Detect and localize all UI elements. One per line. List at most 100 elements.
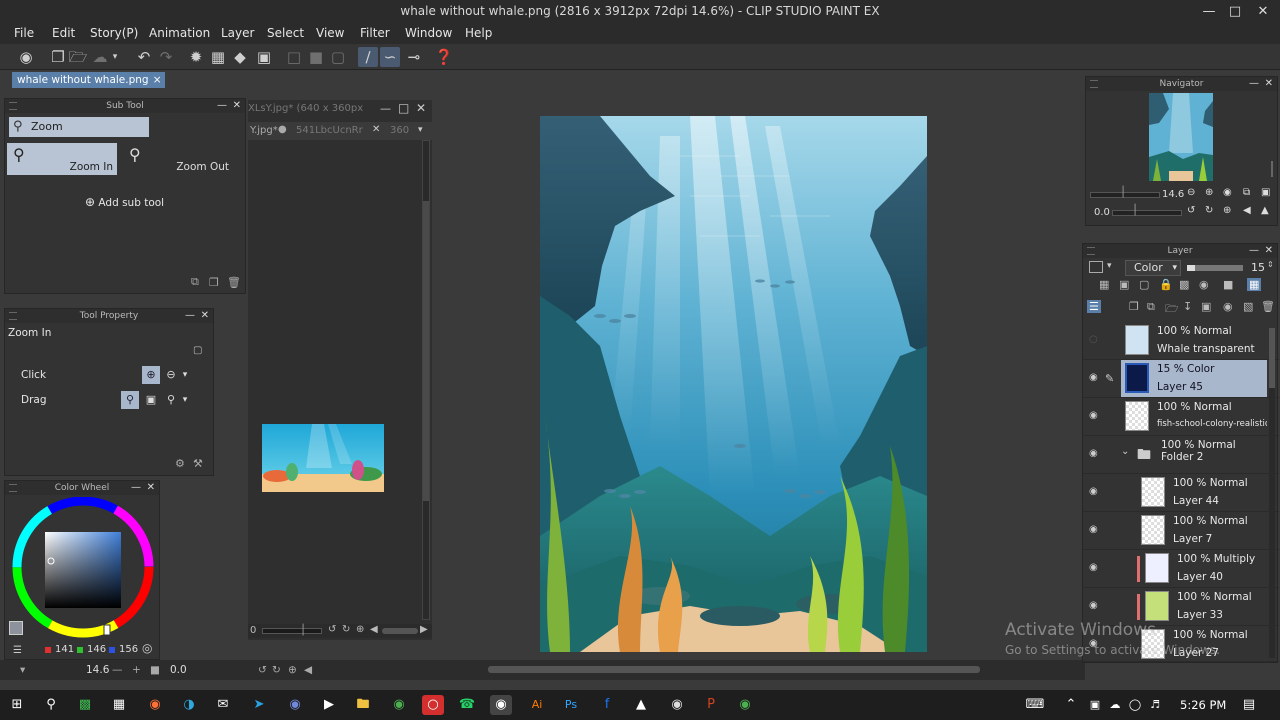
save-icon[interactable]: ☁ bbox=[90, 47, 110, 67]
drag-dropdown-icon[interactable]: ▾ bbox=[180, 391, 190, 409]
transfer-down-icon[interactable]: ↧ bbox=[1183, 300, 1192, 313]
new-raster-layer-icon[interactable]: ❐ bbox=[1129, 300, 1139, 313]
gimp-icon[interactable]: ◉ bbox=[666, 695, 688, 715]
flip-icon[interactable]: ◀ bbox=[304, 664, 312, 676]
slider-handle-icon[interactable]: │ bbox=[1120, 187, 1126, 198]
zoom-in-mode-icon[interactable]: ⊕ bbox=[142, 366, 160, 384]
color-mode-icon[interactable]: ◎ bbox=[142, 641, 152, 655]
volume-icon[interactable]: ♬ bbox=[1144, 695, 1166, 715]
menu-animation[interactable]: Animation bbox=[149, 26, 210, 40]
minimize-panel-icon[interactable]: — bbox=[1249, 244, 1259, 258]
fill-icon[interactable]: ◆ bbox=[230, 47, 250, 67]
drag-area-icon[interactable]: ▣ bbox=[142, 391, 160, 409]
reset-rotation-icon[interactable]: ⊕ bbox=[288, 664, 297, 676]
lock-transparency-icon[interactable]: ▩ bbox=[1179, 278, 1189, 291]
panel-grip-icon[interactable] bbox=[1090, 80, 1098, 88]
layer-property-icon[interactable] bbox=[1089, 261, 1103, 273]
new-file-icon[interactable]: ❐ bbox=[48, 47, 68, 67]
document-tab[interactable]: whale without whale.png × bbox=[12, 72, 165, 88]
panel-grip-icon[interactable] bbox=[1087, 247, 1095, 255]
secondary-vertical-scrollbar[interactable] bbox=[422, 140, 430, 620]
eye-icon[interactable]: ◉ bbox=[1089, 410, 1098, 421]
navigator-rotation-slider[interactable] bbox=[1112, 210, 1182, 216]
tab-list-dropdown-icon[interactable]: ▾ bbox=[418, 125, 423, 135]
close-tab-icon[interactable]: ✕ bbox=[372, 124, 380, 135]
layer-row-selected[interactable]: ◉ ✎ 15 % Color Layer 45 bbox=[1083, 360, 1279, 398]
firefox-icon[interactable]: ◉ bbox=[144, 695, 166, 715]
rotate-left-icon[interactable]: ↺ bbox=[1187, 205, 1195, 216]
notification-icon[interactable]: ▤ bbox=[1238, 695, 1260, 715]
actual-size-icon[interactable]: ⧉ bbox=[1243, 187, 1250, 198]
close-panel-icon[interactable]: ✕ bbox=[147, 481, 155, 495]
layer-view-icon[interactable]: ▦ bbox=[1247, 278, 1262, 291]
zoom-out-step-icon[interactable]: ▾ bbox=[20, 664, 25, 676]
lock-icon[interactable]: ▢ bbox=[193, 345, 202, 356]
slider-handle-icon[interactable]: │ bbox=[1132, 205, 1138, 216]
drag-scrub-icon[interactable]: ⚲ bbox=[162, 391, 180, 409]
mail-icon[interactable]: ✉ bbox=[212, 695, 234, 715]
close-panel-icon[interactable]: ✕ bbox=[1265, 77, 1273, 91]
menu-layer[interactable]: Layer bbox=[221, 26, 254, 40]
navigator-zoom-value[interactable]: 14.6 bbox=[1162, 189, 1184, 200]
discord-icon[interactable]: ◉ bbox=[284, 695, 306, 715]
opacity-stepper-icon[interactable]: ⇕ bbox=[1267, 260, 1274, 269]
open-file-icon[interactable]: 🗁 bbox=[68, 47, 88, 67]
chrome-profile-icon[interactable]: ◉ bbox=[734, 695, 756, 715]
zoom-value[interactable]: 14.6 bbox=[86, 664, 109, 676]
apply-mask-icon[interactable]: ▧ bbox=[1243, 300, 1253, 313]
close-icon[interactable]: ✕ bbox=[416, 101, 426, 115]
illustrator-icon[interactable]: Ai bbox=[526, 695, 548, 715]
fit-icon[interactable]: ■ bbox=[150, 664, 160, 676]
reset-rotation-icon[interactable]: ⊕ bbox=[1223, 205, 1231, 216]
lock-layer-icon[interactable]: 🔒 bbox=[1159, 278, 1173, 291]
transform-icon[interactable]: ▣ bbox=[254, 47, 274, 67]
main-color-swatch[interactable] bbox=[9, 621, 23, 635]
close-panel-icon[interactable]: ✕ bbox=[233, 99, 241, 113]
eyedropper-icon[interactable]: ☰ bbox=[13, 645, 22, 656]
navigator-angle-value[interactable]: 0.0 bbox=[1094, 207, 1110, 218]
opacity-value[interactable]: 15 bbox=[1251, 261, 1265, 274]
zoom-out-mode-icon[interactable]: ⊖ bbox=[162, 366, 180, 384]
windows-start-icon[interactable]: ⊞ bbox=[6, 695, 28, 715]
device-icon[interactable]: ▣ bbox=[1084, 695, 1106, 715]
minimize-panel-icon[interactable]: — bbox=[217, 99, 227, 113]
rotate-right-icon[interactable]: ↻ bbox=[1205, 205, 1213, 216]
menu-window[interactable]: Window bbox=[405, 26, 452, 40]
new-folder-icon[interactable]: 🗁 bbox=[1165, 300, 1179, 319]
zoom-out-icon[interactable]: ⊖ bbox=[1187, 187, 1195, 198]
add-sub-tool-button[interactable]: ⊕ Add sub tool bbox=[85, 195, 164, 209]
rotate-right-icon[interactable]: ↻ bbox=[272, 664, 281, 676]
layer-row[interactable]: ◉ 100 % Normal Layer 44 bbox=[1083, 474, 1279, 512]
flip-horizontal-icon[interactable]: ◀ bbox=[1243, 205, 1251, 216]
flip-vertical-icon[interactable]: ▲ bbox=[1261, 205, 1269, 216]
secondary-tab-3[interactable]: 360 bbox=[390, 125, 409, 136]
mask-add-icon[interactable]: ◉ bbox=[1223, 300, 1233, 313]
eye-icon[interactable]: ◉ bbox=[1089, 524, 1098, 535]
deselect-icon[interactable]: □ bbox=[284, 47, 304, 67]
zoom-in-tool[interactable]: ⚲ Zoom In bbox=[7, 143, 117, 175]
drag-zoom-icon[interactable]: ⚲ bbox=[121, 391, 139, 409]
photoshop-icon[interactable]: Ps bbox=[560, 695, 582, 715]
close-button[interactable]: ✕ bbox=[1250, 2, 1276, 22]
zoom-out-tool[interactable]: ⚲ Zoom Out bbox=[123, 143, 233, 175]
file-explorer-icon[interactable]: 🖿 bbox=[352, 695, 374, 715]
secondary-tab-1[interactable]: Y.jpg* bbox=[250, 125, 278, 136]
maximize-button[interactable]: □ bbox=[1222, 2, 1248, 22]
calculator-icon[interactable]: ▦ bbox=[108, 695, 130, 715]
menu-filter[interactable]: Filter bbox=[360, 26, 390, 40]
menu-view[interactable]: View bbox=[316, 26, 344, 40]
eye-icon[interactable]: ◉ bbox=[1089, 448, 1098, 459]
fit-window-icon[interactable]: ▣ bbox=[1261, 187, 1270, 198]
maximize-icon[interactable]: □ bbox=[398, 101, 409, 115]
edge-icon[interactable]: ◑ bbox=[178, 695, 200, 715]
delete-layer-icon[interactable]: 🗑 bbox=[1261, 300, 1275, 313]
draft-layer-icon[interactable]: ▢ bbox=[1139, 278, 1149, 291]
minimize-button[interactable]: — bbox=[1196, 2, 1222, 22]
secondary-zoom-slider[interactable] bbox=[262, 628, 322, 634]
clip-layer-icon[interactable]: ▦ bbox=[1099, 278, 1109, 291]
layer-color-icon[interactable]: ■ bbox=[1223, 278, 1233, 291]
new-sub-tool-icon[interactable]: ❐ bbox=[209, 276, 219, 289]
facebook-icon[interactable]: f bbox=[596, 695, 618, 715]
layer-row[interactable]: ◉ 100 % Multiply Layer 40 bbox=[1083, 550, 1279, 588]
visibility-off-icon[interactable]: ○ bbox=[1089, 334, 1098, 345]
